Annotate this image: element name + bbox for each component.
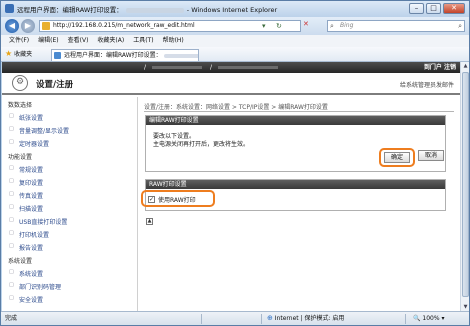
back-to-top-icon[interactable]: ▲ xyxy=(146,218,153,225)
page-title: 设置/注册 xyxy=(36,80,74,90)
scroll-up-icon[interactable]: ▲ xyxy=(461,63,469,69)
menu-tools[interactable]: 工具(T) xyxy=(133,35,153,47)
sidebar-item-scan[interactable]: 扫描设置 xyxy=(9,204,43,213)
minimize-button[interactable]: – xyxy=(409,3,424,14)
search-go-icon[interactable]: ⌕ xyxy=(458,21,462,31)
mail-admin-link[interactable]: 给系统管理员发邮件 xyxy=(400,80,454,89)
window-controls: – □ ✕ xyxy=(409,3,465,14)
redacted-text xyxy=(152,66,202,69)
app-header: ⚙ 设置/注册 给系统管理员发邮件 xyxy=(2,73,460,95)
raw-settings-header: RAW打印设置 xyxy=(146,180,445,189)
back-button[interactable]: ◀ xyxy=(5,19,19,33)
sidebar-item-usb-print[interactable]: USB直接打印设置 xyxy=(9,217,67,226)
close-button[interactable]: ✕ xyxy=(443,3,465,14)
bar-separator: / xyxy=(210,64,213,71)
address-toolbar: ◀ ▶ http://192.168.0.215/m_network_raw_e… xyxy=(1,17,469,35)
menu-help[interactable]: 帮助(H) xyxy=(163,35,184,47)
ok-highlight: 确定 xyxy=(379,148,415,167)
security-zone[interactable]: ⊕ Internet | 保护模式: 启用 xyxy=(267,312,344,325)
bar-separator: / xyxy=(144,64,147,71)
divider xyxy=(261,314,262,324)
vertical-scrollbar[interactable]: ▲ ▼ xyxy=(460,62,469,311)
tab-title: 远程用户界面：编辑RAW打印设置： xyxy=(64,52,162,59)
globe-icon: ⊕ xyxy=(267,314,273,322)
main-panel: 设置/注册：系统设置：网络设置 > TCP/IP设置 > 编辑RAW打印设置 编… xyxy=(141,97,456,311)
cancel-button[interactable]: 取消 xyxy=(418,150,444,161)
stop-icon[interactable]: ✕ xyxy=(303,20,309,28)
menu-bar: 文件(F) 编辑(E) 查看(V) 收藏夹(A) 工具(T) 帮助(H) xyxy=(1,35,469,47)
use-raw-label: 使用RAW打印 xyxy=(158,197,196,204)
ie-icon xyxy=(5,4,14,13)
tab-current[interactable]: 远程用户界面：编辑RAW打印设置： xyxy=(51,49,199,61)
page-icon xyxy=(42,22,50,30)
sidebar-section-title: 系统设置 xyxy=(8,258,33,265)
zoom-level[interactable]: 🔍 100% ▾ xyxy=(413,312,444,325)
sidebar-item-printer[interactable]: 打印机设置 xyxy=(9,230,49,239)
sidebar-item-report[interactable]: 报告设置 xyxy=(9,243,43,252)
scroll-down-icon[interactable]: ▼ xyxy=(461,304,469,310)
divider xyxy=(144,111,454,112)
ok-button[interactable]: 确定 xyxy=(384,152,410,163)
address-field[interactable]: http://192.168.0.215/m_network_raw_edit.… xyxy=(39,20,301,32)
portal-bar: / / 到门户 注销 xyxy=(2,62,460,73)
favorites-bar: ★ 收藏夹 远程用户界面：编辑RAW打印设置： xyxy=(1,47,469,62)
sidebar-item-department-id[interactable]: 部门识别码管理 xyxy=(9,282,61,291)
forward-button[interactable]: ▶ xyxy=(21,19,35,33)
zoom-icon: 🔍 xyxy=(413,315,421,322)
title-bar: 远程用户界面：编辑RAW打印设置： - Windows Internet Expl… xyxy=(1,1,469,17)
dialog-message: 主电源关闭再打开后，更改将生效。 xyxy=(153,141,250,148)
scroll-thumb[interactable] xyxy=(462,72,469,297)
menu-edit[interactable]: 编辑(E) xyxy=(38,35,58,47)
search-placeholder: Bing xyxy=(340,22,354,29)
window-title: 远程用户界面：编辑RAW打印设置： - Windows Internet Expl… xyxy=(17,6,278,14)
divider xyxy=(201,314,202,324)
favorites-button[interactable]: ★ 收藏夹 xyxy=(5,49,32,60)
url-text: http://192.168.0.215/m_network_raw_edit.… xyxy=(53,22,195,29)
sidebar: 数数选择 纸张设置 音量调整/显示设置 定时器设置 功能设置 常规设置 复印设置… xyxy=(2,97,138,311)
divider xyxy=(405,314,406,324)
breadcrumb: 设置/注册：系统设置：网络设置 > TCP/IP设置 > 编辑RAW打印设置 xyxy=(144,104,328,111)
settings-gear-icon: ⚙ xyxy=(12,75,28,91)
sidebar-section-title: 数数选择 xyxy=(8,102,33,109)
redacted-text xyxy=(163,53,198,58)
search-input[interactable]: ⌕ Bing ⌕ xyxy=(327,20,465,32)
browser-window: 远程用户界面：编辑RAW打印设置： - Windows Internet Expl… xyxy=(0,0,470,326)
menu-file[interactable]: 文件(F) xyxy=(9,35,29,47)
redacted-text xyxy=(125,7,184,13)
address-dropdown-icon[interactable]: ▾ xyxy=(262,21,266,31)
portal-logout-links[interactable]: 到门户 注销 xyxy=(424,62,456,73)
raw-settings-panel: RAW打印设置 ✓ 使用RAW打印 xyxy=(141,179,446,211)
sidebar-item-timer[interactable]: 定时器设置 xyxy=(9,139,49,148)
checkbox-highlight: ✓ 使用RAW打印 xyxy=(141,190,215,207)
star-icon: ★ xyxy=(5,49,13,58)
tab-page-icon xyxy=(54,52,61,59)
use-raw-checkbox[interactable]: ✓ xyxy=(148,196,155,203)
sidebar-item-volume-display[interactable]: 音量调整/显示设置 xyxy=(9,126,69,135)
sidebar-item-copy[interactable]: 复印设置 xyxy=(9,178,43,187)
sidebar-item-general[interactable]: 常规设置 xyxy=(9,165,43,174)
redacted-text xyxy=(218,66,278,69)
maximize-button[interactable]: □ xyxy=(426,3,441,14)
page-content: / / 到门户 注销 ⚙ 设置/注册 给系统管理员发邮件 数数选择 纸张设置 音… xyxy=(2,62,460,311)
sidebar-item-system[interactable]: 系统设置 xyxy=(9,269,43,278)
confirm-dialog: 编辑RAW打印设置 要改以下设置。 主电源关闭再打开后，更改将生效。 确定 取消 xyxy=(145,115,446,172)
sidebar-item-security[interactable]: 安全设置 xyxy=(9,295,43,304)
menu-view[interactable]: 查看(V) xyxy=(68,35,89,47)
status-text: 完成 xyxy=(5,315,18,322)
menu-favorites[interactable]: 收藏夹(A) xyxy=(97,35,124,47)
refresh-icon[interactable]: ↻ xyxy=(276,21,282,31)
sidebar-section-title: 功能设置 xyxy=(8,154,33,161)
status-bar: 完成 ⊕ Internet | 保护模式: 启用 🔍 100% ▾ xyxy=(1,311,469,325)
sidebar-item-paper[interactable]: 纸张设置 xyxy=(9,113,43,122)
dialog-header: 编辑RAW打印设置 xyxy=(146,116,445,125)
sidebar-item-fax[interactable]: 传真设置 xyxy=(9,191,43,200)
search-icon: ⌕ xyxy=(330,22,334,30)
